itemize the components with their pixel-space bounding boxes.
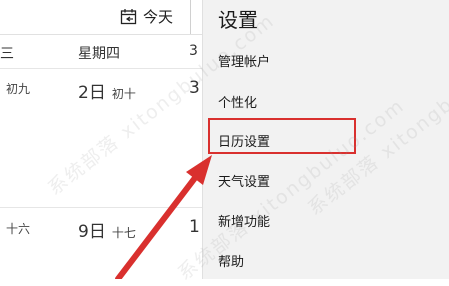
day-cell[interactable]: 初九 <box>0 80 30 97</box>
weekday-wednesday: 三 <box>0 46 14 62</box>
weekday-thursday: 星期四 <box>78 46 120 62</box>
toolbar-divider <box>190 0 191 34</box>
day-cell[interactable]: 1 <box>189 217 200 237</box>
week-divider <box>0 207 202 208</box>
today-label: 今天 <box>143 7 174 26</box>
menu-item-personalization[interactable]: 个性化 <box>218 92 257 111</box>
today-button[interactable]: 今天 <box>112 2 190 30</box>
header-divider <box>0 34 202 35</box>
menu-item-weather-settings[interactable]: 天气设置 <box>218 171 270 190</box>
calendar-today-icon <box>120 8 137 24</box>
day-cell[interactable]: 2日 初十 <box>78 78 136 103</box>
day-cell[interactable]: 9日 十七 <box>78 217 136 242</box>
week-divider <box>0 68 202 69</box>
day-cell[interactable]: 十六 <box>0 220 30 237</box>
